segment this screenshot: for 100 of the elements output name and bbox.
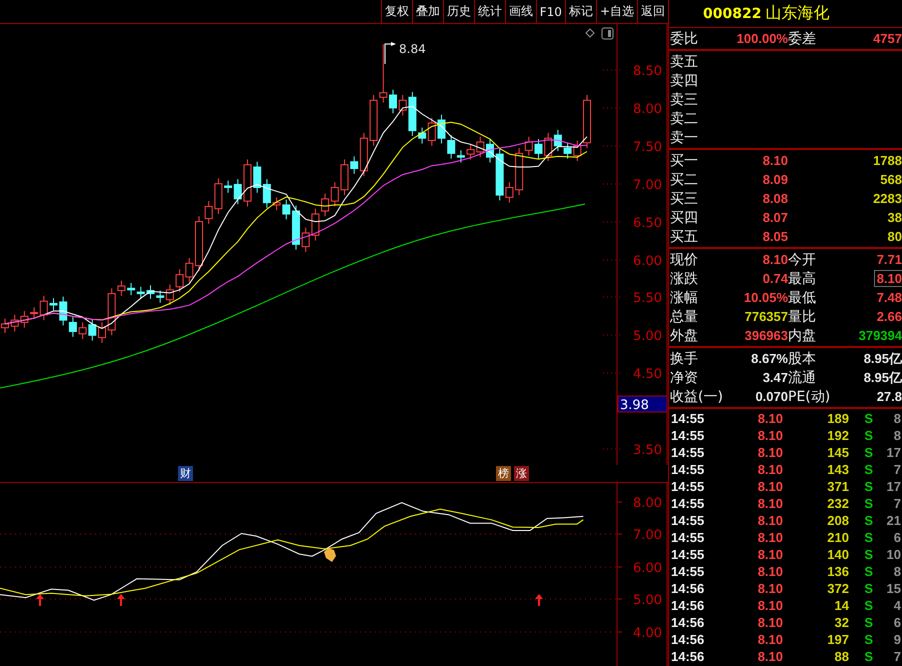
axis-label: 6.00 [633,254,662,269]
ask-label: 卖二 [670,110,699,128]
high-marker-drawing [384,42,396,64]
bid-label: 买三 [670,190,699,208]
field-value: 0.070 [754,389,788,404]
field-value: 0.74 [762,271,788,286]
trade-volume: 232 [826,496,849,511]
axis-label: 8.00 [633,102,662,117]
bid-label: 买二 [670,170,699,188]
up-arrow-icon [36,594,44,606]
trade-time: 14:55 [671,513,706,528]
toolbar-button[interactable]: +自选 [596,0,637,23]
trade-count: 15 [886,581,901,596]
trade-count: 8 [892,428,901,443]
candlestick [20,310,28,328]
diamond-icon[interactable] [585,28,595,38]
field-label: 今开 [788,250,817,268]
trade-side: S [863,649,873,664]
trade-time: 14:56 [671,615,706,630]
axis-label: 7.00 [633,528,662,543]
stock-code: 000822 [703,6,762,22]
high-price-label: 8.84 [399,42,426,56]
candlestick [476,136,484,158]
axis-label: 6.50 [633,216,662,231]
axis-label: 8.50 [633,64,662,79]
candlestick [185,257,194,283]
ask-label: 卖五 [670,52,699,70]
event-marker[interactable]: 榜 [496,466,511,481]
trade-side: S [863,462,873,477]
trade-volume: 210 [826,530,849,545]
candlestick [127,282,136,296]
trade-count: 7 [892,462,901,477]
bid-volume: 38 [886,210,902,225]
trade-count: 4 [892,598,901,613]
field-label: 净资 [670,368,699,386]
stock-name: 山东海化 [765,3,830,24]
field-label: 涨幅 [670,288,699,306]
field-value: 4757 [872,31,902,46]
trade-side: S [863,445,873,460]
trade-time: 14:55 [671,428,706,443]
field-value: 8.10 [874,271,902,286]
field-label: 现价 [670,250,699,268]
trade-volume: 189 [826,411,849,426]
trade-side: S [863,547,873,562]
event-marker[interactable]: 财 [178,466,193,481]
trade-side: S [863,428,873,443]
window-icon[interactable] [602,28,614,40]
trade-volume: 371 [826,479,849,494]
trade-count: 8 [892,411,901,426]
trade-time: 14:55 [671,547,706,562]
trade-time: 14:56 [671,632,706,647]
candlestick [438,114,446,144]
trade-volume: 145 [826,445,849,460]
trade-count: 7 [892,649,901,664]
candlestick [253,161,262,194]
candlestick [50,298,58,311]
trade-price: 8.10 [756,513,783,528]
event-marker[interactable]: 涨 [514,466,529,481]
candlestick [379,44,388,104]
trade-price: 8.10 [756,564,783,579]
trade-side: S [863,411,873,426]
bid-label: 买一 [670,152,699,170]
field-value: 8.95亿 [862,350,902,368]
axis-label: 4.00 [633,626,662,641]
candlestick [554,129,562,152]
field-value: 3.47 [762,370,788,385]
field-value: 396963 [744,328,788,343]
candlestick [311,208,320,242]
candlestick [176,268,184,293]
trade-volume: 208 [826,513,849,528]
trade-time: 14:55 [671,496,706,511]
ask-label: 卖一 [670,128,699,146]
toolbar-button[interactable]: 复权 [380,0,412,23]
candlestick [244,158,252,207]
candlestick [389,89,397,114]
field-label: 总量 [670,308,699,326]
trade-price: 8.10 [756,479,783,494]
bid-volume: 2283 [872,191,902,206]
candlestick [534,138,542,160]
field-label: 换手 [670,350,699,368]
bid-price: 8.07 [762,210,788,225]
trade-volume: 140 [826,547,849,562]
bid-label: 买四 [670,208,699,226]
trade-count: 6 [892,530,901,545]
trade-volume: 197 [826,632,849,647]
field-value: 379394 [858,328,902,343]
trade-price: 8.10 [756,462,783,477]
trade-time: 14:55 [671,564,706,579]
trade-count: 9 [892,632,901,647]
field-value: 7.71 [876,252,902,267]
field-value: 10.05% [742,290,788,305]
trade-time: 14:56 [671,649,706,664]
trade-time: 14:56 [671,581,706,596]
candlestick [544,132,552,162]
bid-label: 买五 [670,228,699,246]
toolbar-button[interactable]: 统计 [474,0,505,23]
field-value: 8.10 [762,252,788,267]
field-value: 2.66 [876,309,902,324]
field-label: 股本 [788,350,817,368]
axis-label: 3.50 [633,443,662,458]
